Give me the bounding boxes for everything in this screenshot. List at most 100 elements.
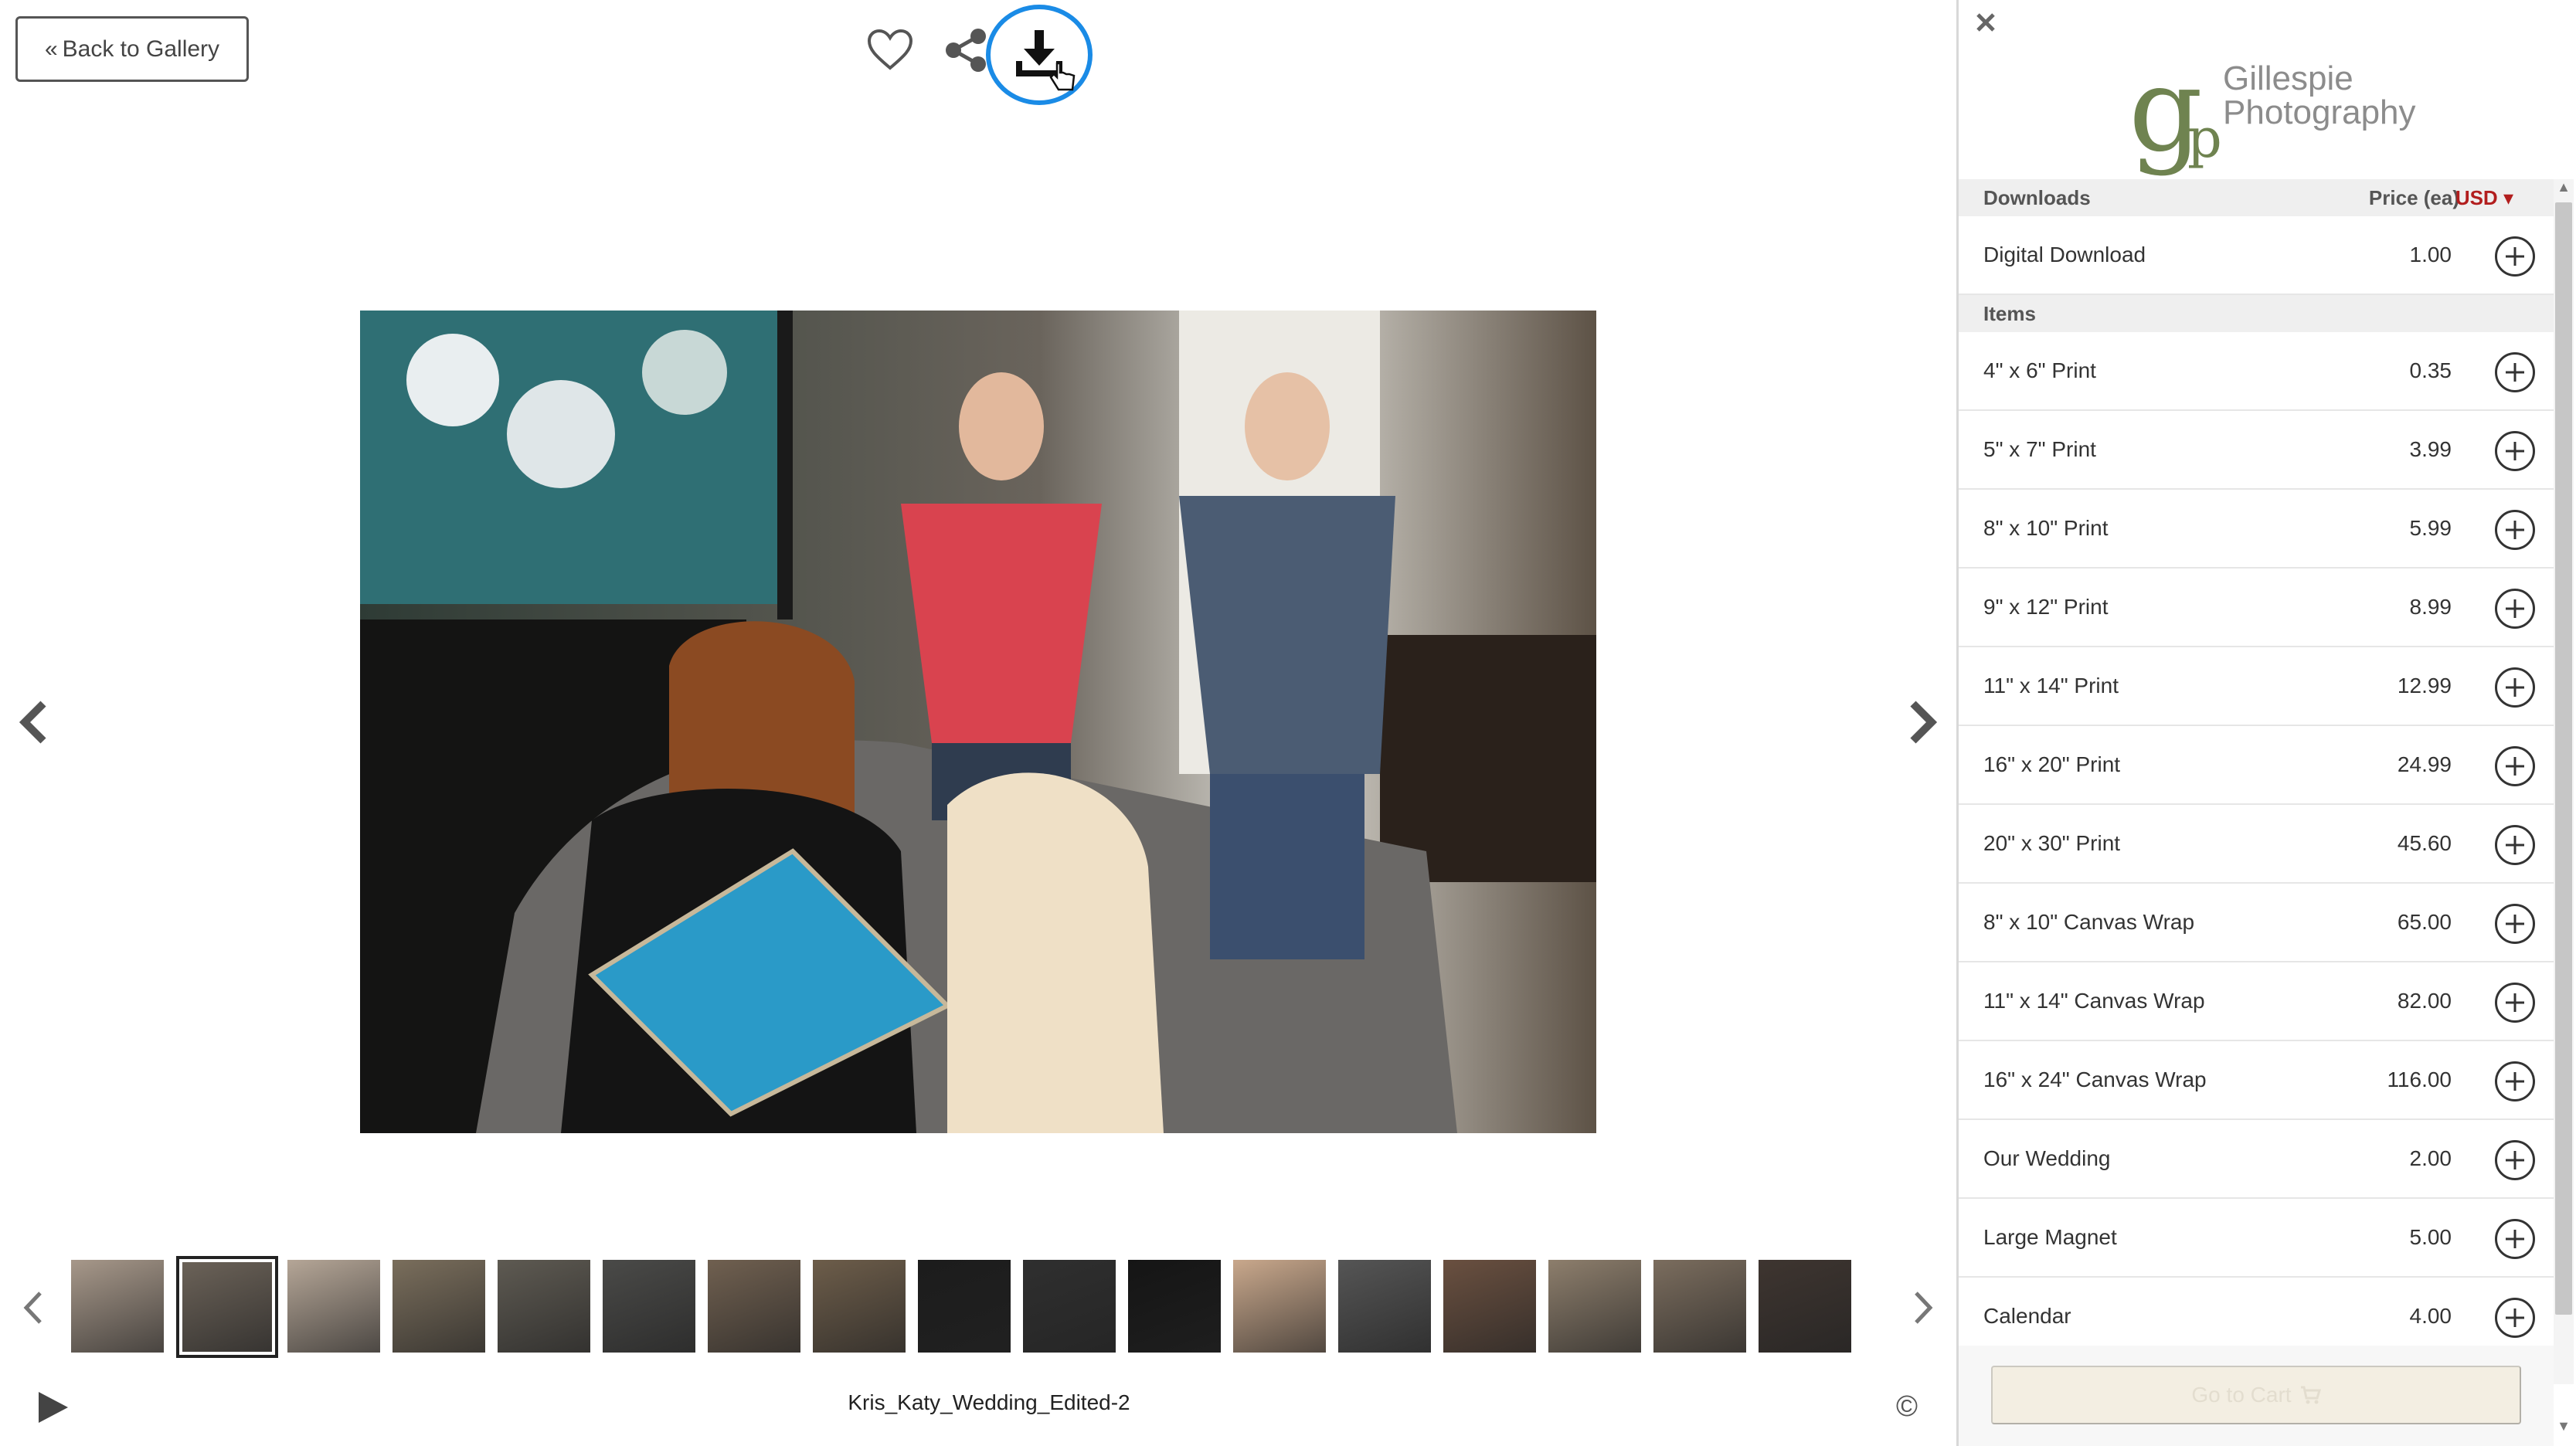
product-price: 116.00 <box>2387 1068 2452 1091</box>
product-name: 4" x 6" Print <box>1983 358 2096 382</box>
previous-photo-arrow[interactable] <box>11 695 57 749</box>
slideshow-play-button[interactable] <box>36 1390 70 1424</box>
thumbnail[interactable] <box>1653 1260 1746 1353</box>
main-photo <box>360 311 1596 1133</box>
thumbnail[interactable] <box>1338 1260 1431 1353</box>
product-name: 5" x 7" Print <box>1983 437 2096 461</box>
price-list: Downloads Price (ea) USD ▾ Digital Downl… <box>1959 179 2554 1346</box>
product-price: 5.99 <box>2409 516 2452 540</box>
heart-icon[interactable] <box>859 26 921 73</box>
thumbnail-strip-next-icon[interactable] <box>1905 1288 1939 1327</box>
thumbnail[interactable] <box>918 1260 1011 1353</box>
items-section-header: Items <box>1959 295 2554 332</box>
product-price: 45.60 <box>2397 831 2452 855</box>
purchase-panel: gp Gillespie Photography Downloads Price… <box>1956 0 2576 1446</box>
copyright-icon: © <box>1896 1390 1918 1423</box>
product-name: 8" x 10" Print <box>1983 516 2109 540</box>
thumbnail[interactable] <box>393 1260 485 1353</box>
price-row: Large Magnet 5.00 <box>1959 1199 2554 1278</box>
close-icon[interactable] <box>1976 9 2007 40</box>
price-row: 16" x 20" Print 24.99 <box>1959 726 2554 805</box>
photo-viewer: « Back to Gallery Kris_Katy_Wedding_Edit… <box>0 0 1956 1446</box>
cart-icon <box>2300 1386 2321 1404</box>
thumbnail[interactable] <box>1548 1260 1641 1353</box>
add-to-cart-plus-icon[interactable] <box>2495 746 2535 786</box>
logo-text: Gillespie Photography <box>2223 59 2416 131</box>
product-name: Digital Download <box>1983 243 2146 266</box>
price-row: 8" x 10" Print 5.99 <box>1959 490 2554 569</box>
product-price: 2.00 <box>2409 1146 2452 1170</box>
thumbnail-selected[interactable] <box>176 1256 278 1358</box>
product-name: 8" x 10" Canvas Wrap <box>1983 910 2195 934</box>
product-name: Our Wedding <box>1983 1146 2111 1170</box>
add-to-cart-plus-icon[interactable] <box>2495 1298 2535 1338</box>
studio-logo: gp Gillespie Photography <box>2129 43 2422 178</box>
product-name: 11" x 14" Print <box>1983 674 2119 698</box>
cart-footer: Go to Cart <box>1959 1346 2554 1446</box>
scrollbar-thumb[interactable] <box>2555 202 2572 1315</box>
price-row: 11" x 14" Print 12.99 <box>1959 647 2554 726</box>
thumbnail[interactable] <box>1023 1260 1116 1353</box>
double-chevron-left-icon: « <box>44 36 58 62</box>
product-price: 5.00 <box>2409 1225 2452 1249</box>
thumbnail[interactable] <box>603 1260 695 1353</box>
add-to-cart-plus-icon[interactable] <box>2495 431 2535 471</box>
product-name: 9" x 12" Print <box>1983 595 2109 619</box>
thumbnail[interactable] <box>1233 1260 1326 1353</box>
thumbnail[interactable] <box>71 1260 164 1353</box>
download-button[interactable] <box>986 5 1093 105</box>
thumbnail[interactable] <box>1443 1260 1536 1353</box>
add-to-cart-plus-icon[interactable] <box>2495 983 2535 1023</box>
price-row: 9" x 12" Print 8.99 <box>1959 569 2554 647</box>
price-row: 5" x 7" Print 3.99 <box>1959 411 2554 490</box>
add-to-cart-plus-icon[interactable] <box>2495 1061 2535 1101</box>
downloads-section-header: Downloads Price (ea) USD ▾ <box>1959 179 2554 216</box>
product-price: 3.99 <box>2409 437 2452 461</box>
play-icon <box>39 1392 68 1423</box>
price-row: Digital Download 1.00 <box>1959 216 2554 295</box>
currency-select[interactable]: USD ▾ <box>2455 186 2513 210</box>
price-row: 4" x 6" Print 0.35 <box>1959 332 2554 411</box>
back-to-gallery-label: Back to Gallery <box>62 36 220 62</box>
thumbnail-strip-prev-icon[interactable] <box>17 1288 51 1327</box>
photo-filename: Kris_Katy_Wedding_Edited-2 <box>848 1390 1130 1414</box>
add-to-cart-plus-icon[interactable] <box>2495 1219 2535 1259</box>
product-name: 11" x 14" Canvas Wrap <box>1983 989 2205 1013</box>
product-price: 8.99 <box>2409 595 2452 619</box>
thumbnail[interactable] <box>1128 1260 1221 1353</box>
product-price: 12.99 <box>2397 674 2452 698</box>
product-price: 0.35 <box>2409 358 2452 382</box>
scroll-up-icon[interactable]: ▲ <box>2554 179 2574 201</box>
product-name: 16" x 24" Canvas Wrap <box>1983 1068 2207 1091</box>
add-to-cart-plus-icon[interactable] <box>2495 589 2535 629</box>
thumbnail[interactable] <box>813 1260 906 1353</box>
add-to-cart-plus-icon[interactable] <box>2495 510 2535 550</box>
thumbnail[interactable] <box>498 1260 590 1353</box>
thumbnail[interactable] <box>708 1260 800 1353</box>
thumbnail[interactable] <box>287 1260 380 1353</box>
next-photo-arrow[interactable] <box>1899 695 1946 749</box>
product-name: Calendar <box>1983 1304 2071 1328</box>
add-to-cart-plus-icon[interactable] <box>2495 825 2535 865</box>
price-row: Our Wedding 2.00 <box>1959 1120 2554 1199</box>
add-to-cart-plus-icon[interactable] <box>2495 236 2535 277</box>
product-price: 24.99 <box>2397 752 2452 776</box>
scroll-down-icon[interactable]: ▼ <box>2554 1418 2574 1440</box>
hand-cursor-icon <box>1049 62 1076 91</box>
price-row: 16" x 24" Canvas Wrap 116.00 <box>1959 1041 2554 1120</box>
price-column-header: Price (ea) <box>2368 185 2459 209</box>
back-to-gallery-button[interactable]: « Back to Gallery <box>15 16 249 82</box>
thumbnail-strip <box>71 1256 1891 1359</box>
product-price: 82.00 <box>2397 989 2452 1013</box>
add-to-cart-plus-icon[interactable] <box>2495 1140 2535 1180</box>
add-to-cart-plus-icon[interactable] <box>2495 904 2535 944</box>
add-to-cart-plus-icon[interactable] <box>2495 352 2535 392</box>
price-row: 11" x 14" Canvas Wrap 82.00 <box>1959 962 2554 1041</box>
logo-mark: gp <box>2129 43 2222 178</box>
thumbnail[interactable] <box>1759 1260 1851 1353</box>
product-price: 4.00 <box>2409 1304 2452 1328</box>
product-price: 1.00 <box>2409 243 2452 266</box>
price-row: 20" x 30" Print 45.60 <box>1959 805 2554 884</box>
go-to-cart-button[interactable]: Go to Cart <box>1991 1366 2521 1424</box>
add-to-cart-plus-icon[interactable] <box>2495 667 2535 708</box>
